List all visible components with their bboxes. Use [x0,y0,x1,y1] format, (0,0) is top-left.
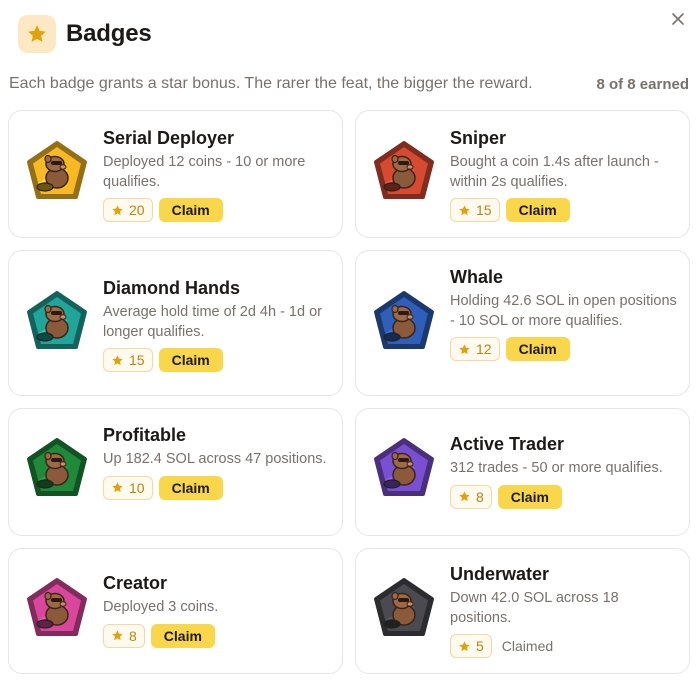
badge-description: Up 182.4 SOL across 47 positions. [103,451,327,467]
page-title: Badges [66,20,152,47]
badges-column-left: Serial Deployer Deployed 12 coins - 10 o… [8,110,343,681]
badge-title: Diamond Hands [103,278,241,298]
badge-title: Active Trader [450,434,565,454]
badge-title: Sniper [450,128,507,148]
star-icon [18,15,56,53]
claim-button[interactable]: Claim [497,484,562,509]
skateboard-badge-icon [372,437,436,501]
badges-column-right: Sniper Bought a coin 1.4s after launch -… [355,110,690,681]
claim-button[interactable]: Claim [158,348,223,372]
badge-description: Deployed 3 coins. [103,599,219,615]
badge-title: Profitable [103,425,187,445]
star-icon [459,204,470,215]
chart-up-badge-icon [25,437,89,501]
whale-badge-icon [372,290,436,354]
badges-grid: Serial Deployer Deployed 12 coins - 10 o… [8,110,690,681]
star-bonus: 15 [450,198,500,222]
star-icon [459,640,470,651]
star-count: 8 [129,627,137,644]
subtitle-row: Each badge grants a star bonus. The rare… [9,74,689,94]
badge-card-creator: Creator Deployed 3 coins. 8 Claim [8,548,343,674]
star-icon [112,630,123,641]
star-bonus: 20 [103,198,153,222]
rocket-badge-icon [25,140,89,204]
star-bonus: 10 [103,475,153,500]
star-bonus: 5 [450,634,492,658]
star-count: 20 [129,202,145,218]
star-count: 15 [129,352,145,368]
badge-title: Serial Deployer [103,128,235,148]
rocket-pink-badge-icon [25,577,89,641]
star-bonus: 12 [450,337,500,361]
badge-description: Deployed 12 coins - 10 or more qualifies… [103,154,306,190]
badge-title: Whale [450,267,504,287]
chart-down-badge-icon [372,577,436,641]
claimed-status: Claimed [501,638,554,654]
badge-title: Creator [103,573,168,593]
badge-card-diamond-hands: Diamond Hands Average hold time of 2d 4h… [8,250,343,396]
claim-button[interactable]: Claim [158,475,223,500]
badge-description: 312 trades - 50 or more qualifies. [450,460,663,476]
earned-count: 8 of 8 earned [596,75,689,93]
star-icon [112,204,123,215]
badge-card-serial-deployer: Serial Deployer Deployed 12 coins - 10 o… [8,110,343,238]
claim-button[interactable]: Claim [158,198,223,222]
star-icon [459,491,470,502]
star-icon [112,354,123,365]
claim-button[interactable]: Claim [150,623,215,648]
pistol-badge-icon [372,140,436,204]
claim-button[interactable]: Claim [505,337,570,361]
diamond-badge-icon [25,290,89,354]
badge-card-sniper: Sniper Bought a coin 1.4s after launch -… [355,110,690,238]
star-icon [112,482,123,493]
badge-description: Average hold time of 2d 4h - 1d or longe… [103,304,322,340]
star-count: 10 [129,479,145,496]
badge-card-underwater: Underwater Down 42.0 SOL across 18 posit… [355,548,690,674]
star-bonus: 8 [450,484,492,509]
claim-button[interactable]: Claim [505,198,570,222]
badge-title: Underwater [450,564,550,584]
badge-description: Bought a coin 1.4s after launch - within… [450,154,659,190]
star-bonus: 15 [103,348,153,372]
star-count: 12 [476,341,492,357]
close-icon[interactable] [667,8,689,30]
star-count: 8 [476,488,484,505]
badge-card-active-trader: Active Trader 312 trades - 50 or more qu… [355,408,690,536]
star-count: 15 [476,202,492,218]
star-icon [459,343,470,354]
badge-card-whale: Whale Holding 42.6 SOL in open positions… [355,250,690,396]
header: Badges [18,14,152,54]
badge-description: Down 42.0 SOL across 18 positions. [450,590,619,626]
subtitle: Each badge grants a star bonus. The rare… [9,75,533,92]
badge-card-profitable: Profitable Up 182.4 SOL across 47 positi… [8,408,343,536]
star-count: 5 [476,638,484,654]
badge-description: Holding 42.6 SOL in open positions - 10 … [450,293,677,329]
star-bonus: 8 [103,623,145,648]
